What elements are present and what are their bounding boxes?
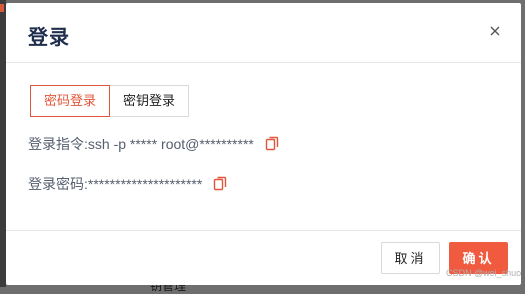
dialog-title: 登录 bbox=[28, 27, 70, 49]
copy-icon[interactable] bbox=[213, 176, 227, 192]
login-command-value: ssh -p ***** root@********** bbox=[87, 136, 254, 152]
dialog-header: 登录 bbox=[6, 3, 521, 63]
copy-icon[interactable] bbox=[265, 136, 279, 152]
close-icon[interactable] bbox=[486, 22, 504, 40]
dialog-footer: 取消 确认 bbox=[6, 230, 521, 286]
login-method-tabs: 密码登录 密钥登录 bbox=[30, 85, 190, 117]
tab-password-login[interactable]: 密码登录 bbox=[30, 85, 111, 117]
login-password-label: 登录密码: bbox=[28, 176, 88, 192]
login-command-label: 登录指令: bbox=[28, 136, 88, 152]
login-command-row: 登录指令: ssh -p ***** root@********** bbox=[28, 134, 279, 154]
cancel-button[interactable]: 取消 bbox=[381, 242, 440, 274]
watermark: CSDN @wei_shuo bbox=[446, 268, 522, 278]
tab-key-login[interactable]: 密钥登录 bbox=[110, 85, 190, 117]
login-dialog: 登录 密码登录 密钥登录 登录指令: ssh -p ***** root@***… bbox=[6, 3, 521, 285]
backdrop-marker bbox=[0, 4, 4, 12]
login-password-row: 登录密码: ********************* bbox=[28, 174, 227, 194]
login-password-value: ********************* bbox=[87, 176, 203, 192]
